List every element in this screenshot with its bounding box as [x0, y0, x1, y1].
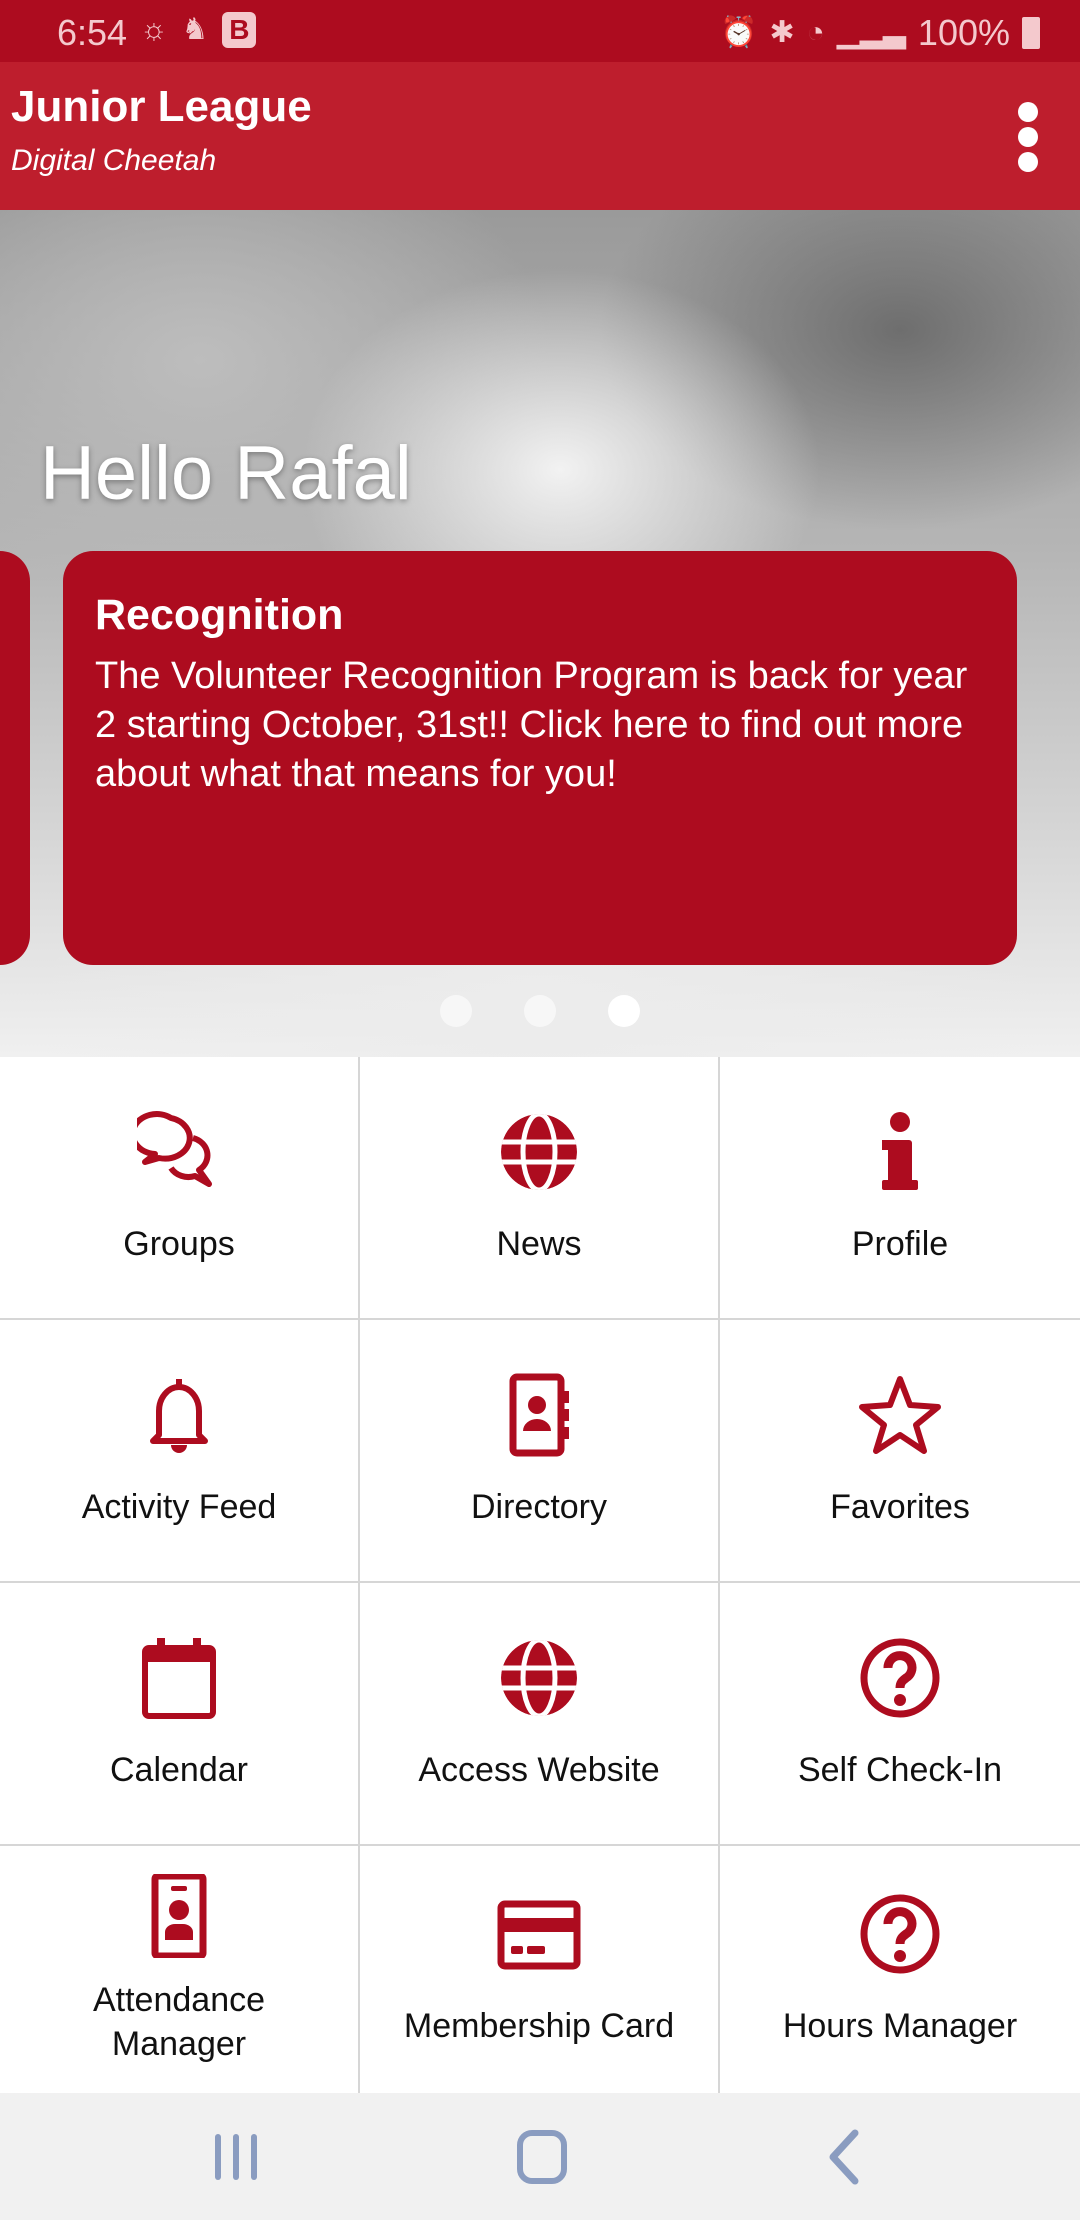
bell-icon: [150, 1378, 208, 1453]
status-bar: 6:54 ☼ ♞ B ⏰ ✱ ◔ ▁▂▃ 100%: [0, 0, 1080, 62]
globe-icon: [501, 1639, 577, 1716]
system-nav-bar: [0, 2093, 1080, 2220]
grid-item-label: Attendance Manager: [92, 1980, 266, 2063]
grid-item-groups[interactable]: Groups: [0, 1057, 360, 1320]
grid-item-label: Directory: [470, 1487, 608, 1526]
question-circle-icon: [860, 1894, 940, 1973]
grid-item-news[interactable]: News: [360, 1057, 720, 1320]
chat-bubbles-icon: [137, 1110, 212, 1187]
calendar-icon: [142, 1637, 216, 1719]
question-circle-icon: [860, 1638, 940, 1717]
menu-grid: Groups News Profile Activity Feed Directory F…: [0, 1057, 1080, 2093]
brightness-icon: ☼: [140, 13, 168, 46]
status-time: 6:54: [57, 12, 128, 53]
signal-icon: ▁▂▃: [836, 16, 906, 49]
bluetooth-icon: ✱: [769, 16, 795, 49]
previous-card[interactable]: [0, 551, 30, 965]
wifi-icon: ◔: [806, 16, 825, 49]
home-icon[interactable]: [512, 2129, 572, 2185]
back-icon[interactable]: [815, 2129, 875, 2185]
card-body: The Volunteer Recognition Program is bac…: [95, 655, 968, 795]
grid-item-label: Groups: [123, 1224, 235, 1263]
more-vert-icon[interactable]: [1016, 102, 1040, 172]
grid-item-label: Calendar: [110, 1750, 248, 1789]
grid-item-label: Self Check-In: [797, 1750, 1003, 1789]
grid-item-profile[interactable]: Profile: [720, 1057, 1080, 1320]
app-subtitle: Digital Cheetah: [11, 144, 217, 177]
announcement-card[interactable]: Recognition The Volunteer Recognition Pr…: [63, 551, 1017, 965]
address-book-icon: [509, 1373, 569, 1456]
alarm-icon: ⏰: [720, 16, 758, 49]
greeting: Hello Rafal: [40, 431, 412, 516]
app-title: Junior League: [11, 82, 312, 131]
grid-item-label: Profile: [851, 1224, 949, 1263]
grid-item-access-website[interactable]: Access Website: [360, 1583, 720, 1846]
credit-card-icon: [497, 1900, 581, 1969]
grid-item-label: Access Website: [418, 1750, 660, 1789]
grid-item-label: Activity Feed: [81, 1487, 277, 1526]
pager-dot-active[interactable]: [608, 995, 640, 1027]
battery-icon: [1022, 17, 1040, 49]
grid-item-label: Hours Manager: [782, 2006, 1018, 2045]
id-badge-icon: [151, 1873, 207, 1958]
pager-dots: [0, 995, 1080, 1027]
grid-item-self-check-in[interactable]: Self Check-In: [720, 1583, 1080, 1846]
star-icon: [859, 1375, 941, 1454]
grid-item-label: Membership Card: [403, 2006, 675, 2045]
grid-item-label: News: [496, 1224, 582, 1263]
hero-banner: Hello Rafal Recognition The Volunteer Re…: [0, 210, 1080, 1057]
b-app-icon: B: [222, 12, 257, 48]
battery-percent: 100%: [917, 12, 1010, 53]
grid-item-calendar[interactable]: Calendar: [0, 1583, 360, 1846]
info-icon: [882, 1111, 918, 1190]
grid-item-label: Favorites: [830, 1487, 970, 1526]
globe-icon: [501, 1113, 577, 1190]
card-title: Recognition: [95, 591, 344, 639]
grid-item-activity-feed[interactable]: Activity Feed: [0, 1320, 360, 1583]
grid-item-directory[interactable]: Directory: [360, 1320, 720, 1583]
pager-dot[interactable]: [524, 995, 556, 1027]
grid-item-favorites[interactable]: Favorites: [720, 1320, 1080, 1583]
grid-item-hours-manager[interactable]: Hours Manager: [720, 1846, 1080, 2093]
pager-dot[interactable]: [440, 995, 472, 1027]
notification-icon: ♞: [181, 13, 209, 46]
app-header: Junior League Digital Cheetah: [0, 62, 1080, 210]
grid-item-attendance-manager[interactable]: Attendance Manager: [0, 1846, 360, 2093]
grid-item-membership-card[interactable]: Membership Card: [360, 1846, 720, 2093]
recent-apps-icon[interactable]: [208, 2129, 268, 2185]
